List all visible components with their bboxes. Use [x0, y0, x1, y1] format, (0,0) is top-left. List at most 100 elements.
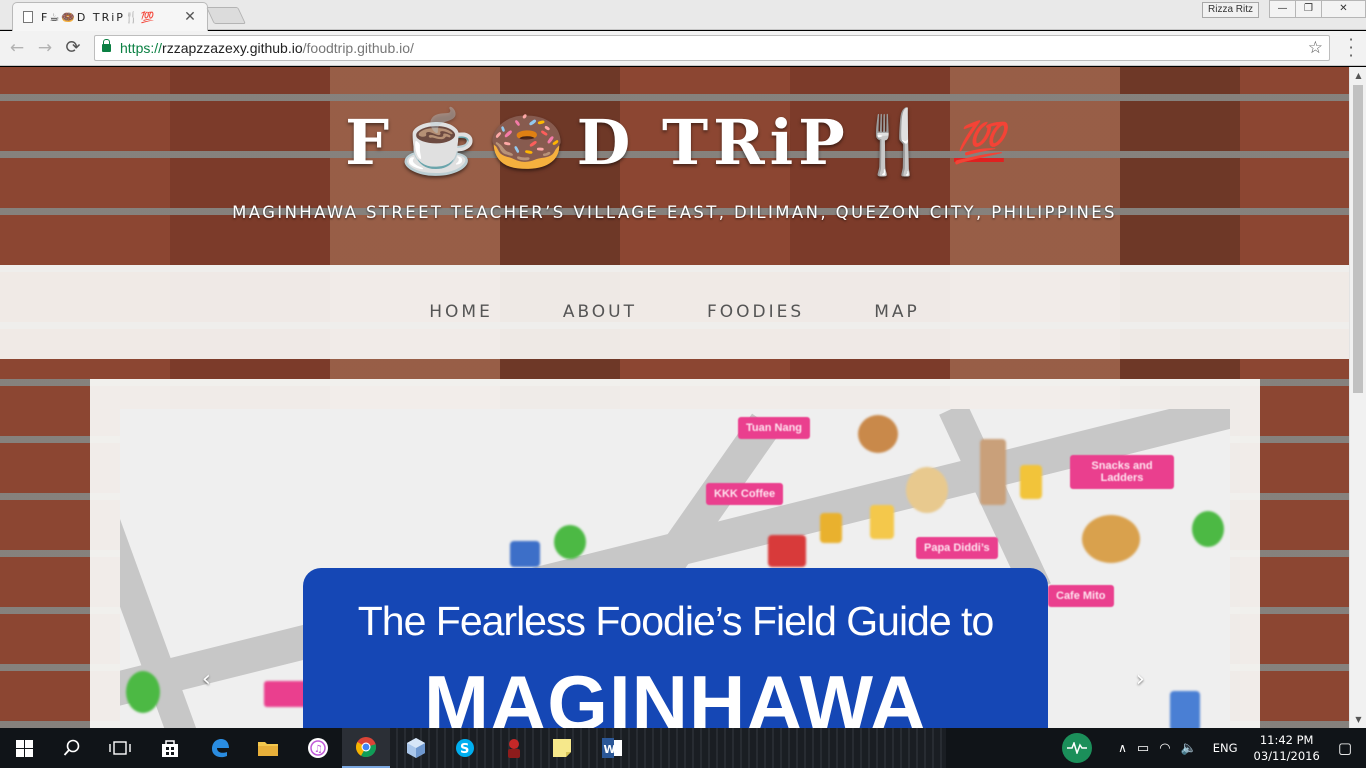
tree-icon [1192, 511, 1224, 547]
slide-title-card: The Fearless Foodie’s Field Guide to MAG… [303, 568, 1048, 728]
coffee-cup-icon: ☕ [400, 105, 483, 178]
taskbar-word[interactable]: W [588, 728, 636, 768]
forward-button[interactable]: → [34, 37, 56, 59]
scroll-down-button[interactable]: ▼ [1350, 711, 1366, 728]
address-bar[interactable]: https://rzzapzzazexy.github.io/foodtrip.… [94, 35, 1330, 61]
shop-icon [768, 535, 806, 567]
map-label: Cafe Mito [1048, 585, 1114, 607]
page-icon [23, 11, 33, 23]
hundred-points-icon: 💯 [954, 119, 1004, 166]
fork-knife-icon: 🍴 [855, 105, 938, 178]
map-marker [264, 681, 308, 707]
clock-date: 03/11/2016 [1253, 749, 1320, 763]
page-viewport: F ☕ 🍩 D TRiP 🍴 💯 MAGINHAWA STREET TEACHE… [0, 67, 1349, 728]
bookmark-star-icon[interactable]: ☆ [1308, 38, 1323, 58]
task-view-icon [109, 741, 131, 755]
close-tab-icon[interactable]: ✕ [183, 9, 197, 25]
house-icon [510, 541, 540, 567]
tab-title: F☕🍩D TRiP🍴💯 [41, 10, 157, 24]
map-label: KKK Coffee [706, 483, 784, 505]
house-icon [1170, 691, 1200, 728]
tree-icon [126, 671, 160, 713]
input-language[interactable]: ENG [1213, 741, 1238, 755]
map-label: Tuan Nang [738, 417, 811, 439]
start-button[interactable] [0, 728, 48, 768]
volume-icon[interactable]: 🔈 [1181, 741, 1197, 756]
url-text[interactable]: https://rzzapzzazexy.github.io/foodtrip.… [120, 40, 414, 56]
site-tagline: MAGINHAWA STREET TEACHER’S VILLAGE EAST,… [232, 203, 1117, 222]
task-view-button[interactable] [96, 728, 144, 768]
itunes-music-icon: ♫ [308, 738, 328, 758]
activity-monitor-icon[interactable] [1062, 733, 1093, 763]
browser-tab[interactable]: F☕🍩D TRiP🍴💯 ✕ [12, 2, 208, 31]
taskbar-itunes[interactable]: ♫ [294, 728, 342, 768]
bread-icon [1082, 515, 1140, 563]
search-icon [63, 739, 80, 756]
folder-icon [258, 742, 278, 756]
drink-icon [980, 439, 1006, 505]
main-nav: HOME ABOUT FOODIES MAP [0, 265, 1349, 359]
scroll-thumb[interactable] [1353, 85, 1363, 393]
chrome-menu-icon[interactable]: · · · [1344, 32, 1358, 64]
donut-icon: 🍩 [488, 105, 571, 178]
nav-map[interactable]: MAP [874, 302, 920, 322]
tab-strip: F☕🍩D TRiP🍴💯 ✕ Rizza Ritz — ❐ ✕ [0, 0, 1366, 31]
taskbar-skype[interactable]: S [441, 728, 489, 768]
profile-button[interactable]: Rizza Ritz [1202, 2, 1260, 18]
edge-browser-icon [212, 739, 229, 758]
action-center-icon[interactable]: ▢ [1338, 739, 1352, 757]
scroll-up-button[interactable]: ▲ [1350, 67, 1366, 84]
cube-app-icon [407, 738, 425, 758]
system-tray: ∧ ▭ ◠ 🔈 ENG 11:42 PM 03/11/2016 ▢ [1062, 728, 1366, 768]
content-panel: Tuan Nang KKK Coffee Snacks and Ladders … [90, 379, 1260, 728]
taskbar-chrome[interactable] [342, 728, 390, 768]
page-scrollbar[interactable]: ▲ ▼ [1349, 67, 1366, 728]
svg-text:W: W [604, 743, 616, 756]
svg-text:S: S [460, 742, 469, 757]
skype-icon: S [456, 739, 474, 757]
cup-icon [820, 513, 842, 543]
minimize-button[interactable]: — [1269, 0, 1296, 18]
slide-subtitle: The Fearless Foodie’s Field Guide to [357, 598, 995, 644]
juice-icon [1020, 465, 1042, 499]
nav-home[interactable]: HOME [429, 302, 493, 322]
nav-foodies[interactable]: FOODIES [707, 302, 804, 322]
tree-icon [554, 525, 586, 559]
taskbar-store[interactable] [146, 728, 194, 768]
taskbar-edge[interactable] [196, 728, 244, 768]
show-hidden-icons-icon[interactable]: ∧ [1118, 741, 1127, 755]
reload-button[interactable]: ⟳ [62, 37, 84, 59]
store-bag-icon [162, 740, 178, 757]
app-character-icon [508, 739, 520, 758]
new-tab-button[interactable] [206, 7, 246, 24]
window-controls: — ❐ ✕ [1269, 0, 1366, 18]
windows-logo-icon [15, 739, 33, 757]
close-window-button[interactable]: ✕ [1321, 0, 1366, 18]
image-carousel[interactable]: Tuan Nang KKK Coffee Snacks and Ladders … [120, 409, 1230, 728]
site-logo[interactable]: F ☕ 🍩 D TRiP 🍴 💯 [0, 105, 1349, 179]
taskbar-file-explorer[interactable] [244, 728, 292, 768]
restore-button[interactable]: ❐ [1295, 0, 1322, 18]
slide-title: MAGINHAWA [424, 659, 927, 728]
nav-about[interactable]: ABOUT [563, 302, 637, 322]
svg-text:♫: ♫ [314, 744, 323, 755]
battery-icon[interactable]: ▭ [1137, 741, 1149, 756]
taskbar-app-red[interactable] [490, 728, 538, 768]
system-clock[interactable]: 11:42 PM 03/11/2016 [1254, 732, 1320, 764]
taskbar-sticky-notes[interactable] [538, 728, 586, 768]
clock-time: 11:42 PM [1259, 733, 1314, 747]
word-icon: W [602, 738, 622, 758]
carousel-next-button[interactable]: › [1136, 667, 1145, 692]
windows-taskbar: ♫ S W ∧ ▭ ◠ 🔈 ENG 11:42 PM 03/11/2016 ▢ [0, 728, 1366, 768]
chrome-browser-icon [356, 737, 377, 758]
back-button[interactable]: ← [6, 37, 28, 59]
search-button[interactable] [48, 728, 96, 768]
sticky-note-icon [553, 739, 571, 757]
wifi-icon[interactable]: ◠ [1159, 741, 1170, 756]
cup-icon [870, 505, 894, 539]
carousel-prev-button[interactable]: ‹ [202, 667, 211, 692]
lock-icon[interactable] [102, 39, 111, 52]
map-label: Snacks and Ladders [1070, 455, 1174, 489]
site-header: F ☕ 🍩 D TRiP 🍴 💯 MAGINHAWA STREET TEACHE… [0, 67, 1349, 265]
taskbar-app-cube[interactable] [392, 728, 440, 768]
